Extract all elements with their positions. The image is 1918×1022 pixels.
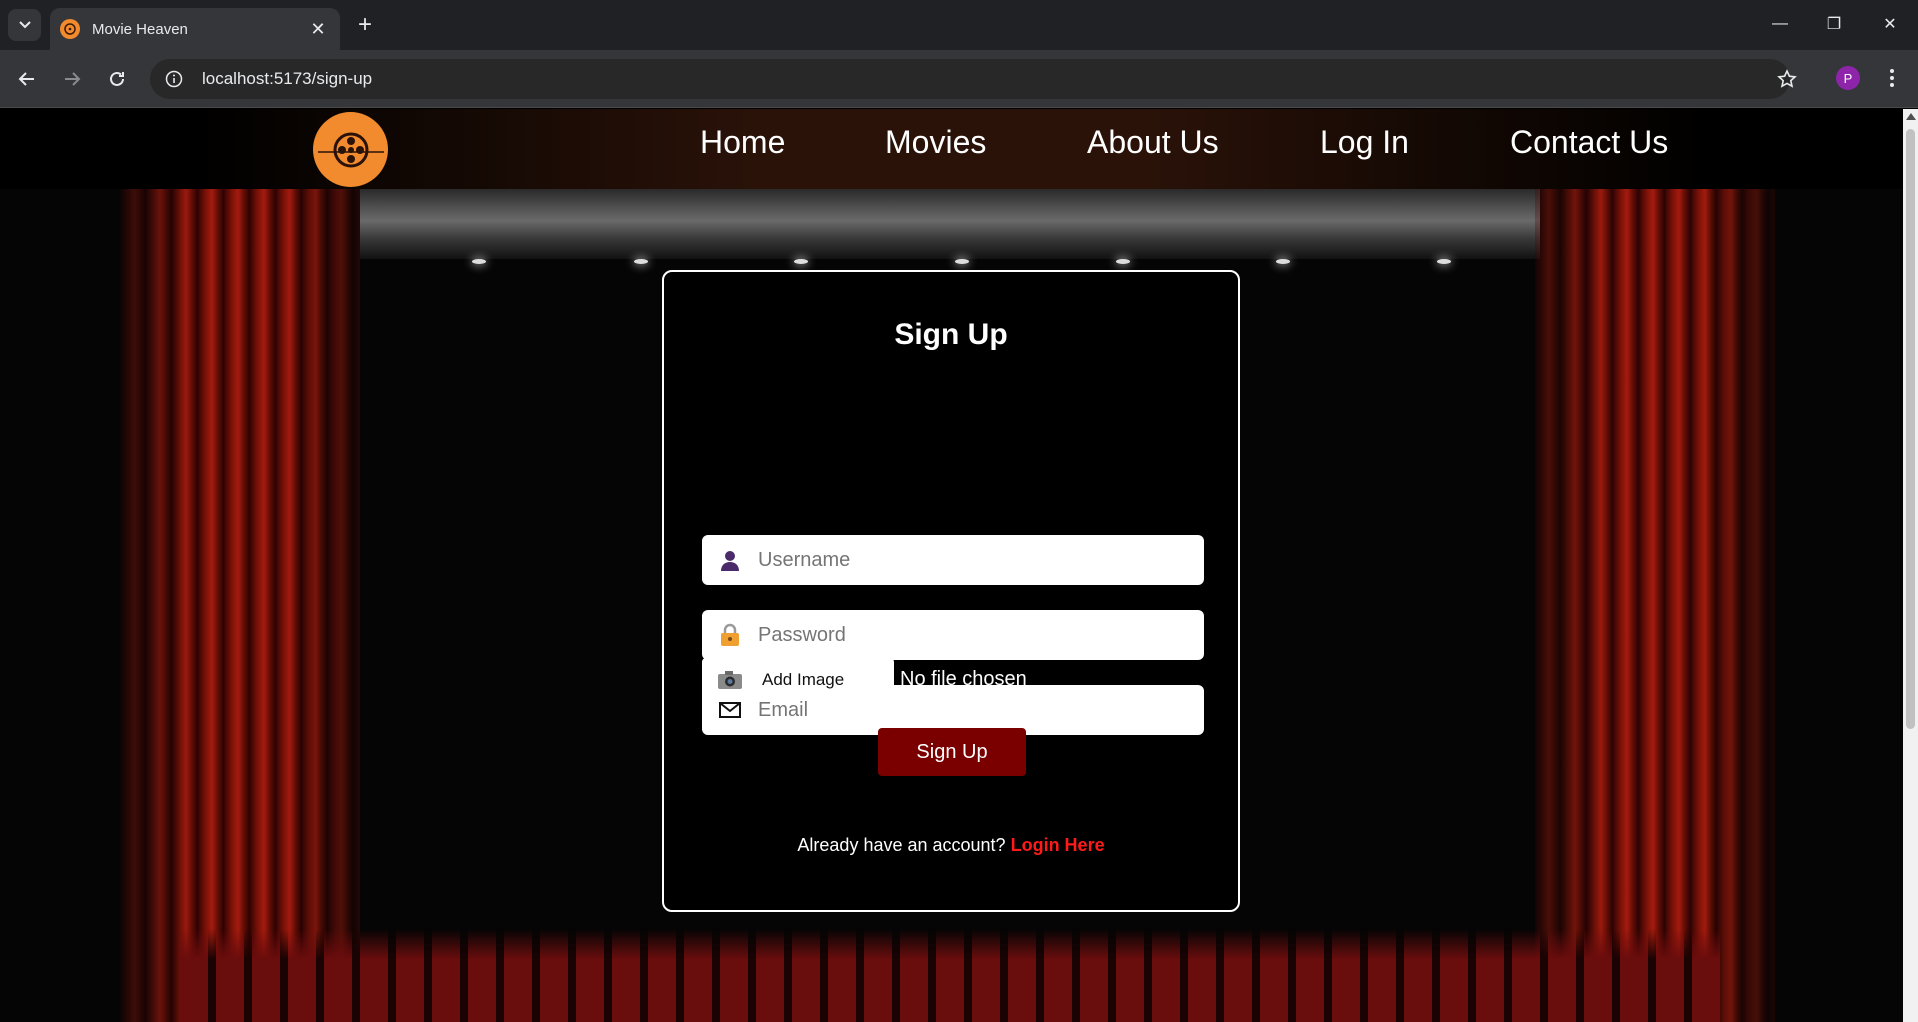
site-navbar: Home Movies About Us Log In Contact Us (0, 109, 1903, 189)
close-tab-icon[interactable]: ✕ (304, 15, 332, 43)
bookmark-star-icon[interactable] (1770, 62, 1804, 96)
sign-up-button[interactable]: Sign Up (878, 728, 1026, 776)
arrow-left-icon (18, 72, 34, 86)
reload-button[interactable] (100, 62, 134, 96)
browser-menu-icon[interactable] (1880, 62, 1904, 94)
film-reel-icon (317, 132, 384, 167)
email-input[interactable] (758, 698, 1178, 722)
scrollbar-thumb[interactable] (1906, 129, 1915, 729)
close-window-icon[interactable]: ✕ (1862, 4, 1918, 44)
forward-button[interactable] (55, 62, 89, 96)
page-viewport: Home Movies About Us Log In Contact Us S… (0, 109, 1903, 1022)
movie-heaven-logo[interactable] (313, 112, 388, 187)
tab-search-button[interactable] (8, 9, 41, 41)
stage-top-decoration (360, 189, 1540, 259)
password-input[interactable] (758, 623, 1178, 647)
reload-icon (110, 71, 124, 86)
nav-link-contact-us[interactable]: Contact Us (1510, 124, 1668, 161)
stage-light (634, 259, 648, 264)
stage-light (472, 259, 486, 264)
site-info-icon[interactable] (154, 70, 194, 88)
stage-light (955, 259, 969, 264)
login-here-link[interactable]: Login Here (1011, 835, 1105, 855)
theater-seats-image (180, 929, 1720, 1022)
arrow-right-icon (65, 72, 81, 86)
scroll-up-arrow-icon[interactable] (1906, 113, 1916, 120)
username-field[interactable] (702, 535, 1204, 585)
login-prompt-text: Already have an account? (797, 835, 1006, 855)
new-tab-button[interactable]: + (350, 10, 380, 40)
left-curtain-image (120, 149, 360, 1022)
film-reel-icon (60, 19, 80, 39)
right-curtain-image (1535, 149, 1775, 1022)
browser-toolbar: localhost:5173/sign-up (0, 50, 1918, 108)
back-button[interactable] (10, 62, 44, 96)
page-scrollbar[interactable] (1903, 109, 1918, 1022)
form-title: Sign Up (894, 318, 1008, 351)
camera-icon (702, 670, 758, 690)
browser-tab-strip: Movie Heaven ✕ + ― ❐ ✕ (0, 0, 1918, 50)
file-status-text: No file chosen (900, 668, 1027, 690)
password-field[interactable] (702, 610, 1204, 660)
restore-icon[interactable]: ❐ (1806, 4, 1862, 44)
nav-link-about-us[interactable]: About Us (1087, 124, 1219, 161)
stage-light (1116, 259, 1130, 264)
user-icon (702, 548, 758, 572)
stage-light (1437, 259, 1451, 264)
stage-light (1276, 259, 1290, 264)
sign-up-card: Sign Up Add Image No file chosen (662, 270, 1240, 912)
chevron-down-icon (18, 21, 31, 29)
stage-light (794, 259, 808, 264)
nav-link-log-in[interactable]: Log In (1320, 124, 1409, 161)
username-input[interactable] (758, 548, 1178, 572)
tab-title: Movie Heaven (92, 20, 188, 38)
add-image-button[interactable]: Add Image (702, 658, 894, 701)
lock-icon (702, 623, 758, 647)
nav-link-movies[interactable]: Movies (885, 124, 986, 161)
browser-tab[interactable]: Movie Heaven ✕ (50, 8, 340, 50)
login-prompt: Already have an account? Login Here (664, 835, 1238, 856)
profile-avatar[interactable]: P (1836, 66, 1860, 90)
minimize-icon[interactable]: ― (1752, 4, 1808, 44)
add-image-label: Add Image (762, 669, 845, 689)
url-text: localhost:5173/sign-up (202, 69, 373, 88)
address-bar[interactable]: localhost:5173/sign-up (150, 59, 1790, 99)
envelope-icon (702, 702, 758, 718)
nav-link-home[interactable]: Home (700, 124, 785, 161)
